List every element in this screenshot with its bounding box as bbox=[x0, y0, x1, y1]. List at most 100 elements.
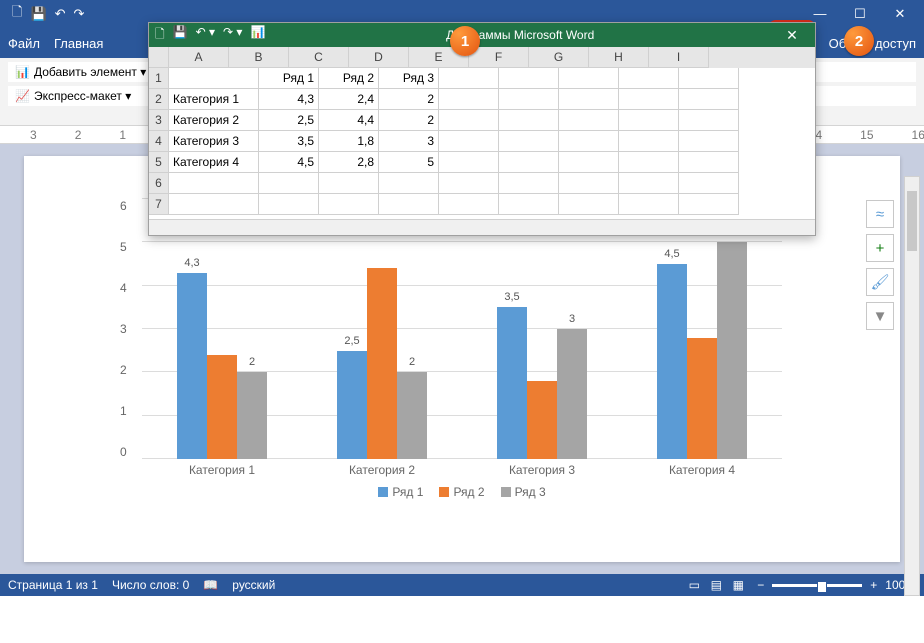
excel-row[interactable]: 2Категория 14,32,42 bbox=[149, 89, 815, 110]
bar[interactable] bbox=[687, 338, 717, 459]
excel-cell[interactable]: Категория 3 bbox=[169, 131, 259, 152]
excel-row[interactable]: 4Категория 33,51,83 bbox=[149, 131, 815, 152]
bar[interactable]: 2,5 bbox=[337, 351, 367, 459]
status-page[interactable]: Страница 1 из 1 bbox=[8, 578, 98, 592]
legend-item[interactable]: Ряд 1 bbox=[378, 485, 423, 499]
view-read-icon[interactable]: ▭ bbox=[683, 578, 705, 592]
excel-cell[interactable] bbox=[499, 194, 559, 215]
excel-cell[interactable] bbox=[619, 131, 679, 152]
bar[interactable]: 2 bbox=[397, 372, 427, 459]
excel-qat-2[interactable]: ↶ ▾ bbox=[196, 25, 215, 46]
zoom-in-button[interactable]: + bbox=[870, 578, 877, 592]
excel-cell[interactable] bbox=[259, 173, 319, 194]
excel-cell[interactable]: 3,5 bbox=[259, 131, 319, 152]
excel-qat-0[interactable]: 🗋 bbox=[155, 25, 165, 46]
vertical-scrollbar[interactable] bbox=[904, 176, 920, 596]
excel-col-head[interactable]: H bbox=[589, 47, 649, 68]
excel-cell[interactable] bbox=[559, 152, 619, 173]
excel-col-head[interactable]: G bbox=[529, 47, 589, 68]
legend-item[interactable]: Ряд 3 bbox=[501, 485, 546, 499]
excel-cell[interactable] bbox=[379, 173, 439, 194]
excel-cell[interactable] bbox=[559, 110, 619, 131]
status-spellcheck-icon[interactable]: 📖 bbox=[203, 578, 218, 592]
excel-row[interactable]: 5Категория 44,52,85 bbox=[149, 152, 815, 173]
bar-group[interactable]: 3,53 bbox=[482, 199, 602, 459]
excel-cell[interactable]: 4,5 bbox=[259, 152, 319, 173]
chart-add-button[interactable]: + bbox=[866, 234, 894, 262]
excel-cell[interactable] bbox=[439, 173, 499, 194]
excel-col-head[interactable]: I bbox=[649, 47, 709, 68]
excel-cell[interactable] bbox=[619, 173, 679, 194]
excel-column-headers[interactable]: ABCDEFGHI bbox=[149, 47, 815, 68]
excel-qat-3[interactable]: ↷ ▾ bbox=[223, 25, 242, 46]
excel-cell[interactable] bbox=[619, 194, 679, 215]
excel-row[interactable]: 3Категория 22,54,42 bbox=[149, 110, 815, 131]
bar-group[interactable]: 2,52 bbox=[322, 199, 442, 459]
zoom-out-button[interactable]: − bbox=[757, 578, 764, 592]
status-wordcount[interactable]: Число слов: 0 bbox=[112, 578, 189, 592]
excel-cell[interactable] bbox=[439, 131, 499, 152]
excel-col-head[interactable]: A bbox=[169, 47, 229, 68]
excel-cell[interactable] bbox=[169, 68, 259, 89]
minimize-icon[interactable]: — bbox=[800, 6, 840, 22]
excel-hscrollbar[interactable] bbox=[149, 219, 815, 235]
excel-cell[interactable]: Ряд 2 bbox=[319, 68, 379, 89]
excel-cell[interactable] bbox=[559, 173, 619, 194]
legend[interactable]: Ряд 1Ряд 2Ряд 3 bbox=[112, 485, 812, 499]
bar[interactable] bbox=[367, 268, 397, 459]
bar[interactable]: 3,5 bbox=[497, 307, 527, 459]
excel-cell[interactable] bbox=[439, 89, 499, 110]
bar[interactable]: 3 bbox=[557, 329, 587, 459]
excel-cell[interactable] bbox=[679, 152, 739, 173]
excel-cell[interactable] bbox=[499, 68, 559, 89]
excel-grid[interactable]: ABCDEFGHI 1Ряд 1Ряд 2Ряд 32Категория 14,… bbox=[149, 47, 815, 215]
chart-filter-button[interactable]: ▼ bbox=[866, 302, 894, 330]
excel-cell[interactable] bbox=[439, 152, 499, 173]
excel-col-head[interactable]: F bbox=[469, 47, 529, 68]
excel-cell[interactable]: Ряд 3 bbox=[379, 68, 439, 89]
excel-cell[interactable] bbox=[619, 89, 679, 110]
excel-cell[interactable] bbox=[679, 68, 739, 89]
excel-qat-1[interactable]: 💾 bbox=[173, 25, 188, 46]
bar[interactable]: 5 bbox=[717, 242, 747, 459]
excel-cell[interactable]: Категория 2 bbox=[169, 110, 259, 131]
excel-cell[interactable]: 4,4 bbox=[319, 110, 379, 131]
excel-col-head[interactable]: C bbox=[289, 47, 349, 68]
bar-group[interactable]: 4,32 bbox=[162, 199, 282, 459]
excel-cell[interactable] bbox=[499, 152, 559, 173]
excel-col-head[interactable]: D bbox=[349, 47, 409, 68]
menu-home[interactable]: Главная bbox=[54, 36, 103, 51]
excel-cell[interactable] bbox=[499, 110, 559, 131]
excel-cell[interactable] bbox=[559, 68, 619, 89]
zoom-slider[interactable] bbox=[772, 584, 862, 587]
excel-cell[interactable] bbox=[259, 194, 319, 215]
excel-cell[interactable] bbox=[169, 173, 259, 194]
new-icon[interactable]: 🗋 bbox=[12, 3, 22, 25]
excel-col-head[interactable] bbox=[149, 47, 169, 68]
excel-cell[interactable] bbox=[619, 68, 679, 89]
excel-row[interactable]: 6 bbox=[149, 173, 815, 194]
excel-cell[interactable] bbox=[319, 194, 379, 215]
excel-cell[interactable]: 5 bbox=[379, 152, 439, 173]
excel-cell[interactable]: 1,8 bbox=[319, 131, 379, 152]
bar[interactable]: 4,3 bbox=[177, 273, 207, 459]
excel-cell[interactable]: 3 bbox=[379, 131, 439, 152]
excel-cell[interactable]: Категория 1 bbox=[169, 89, 259, 110]
excel-cell[interactable]: 2,8 bbox=[319, 152, 379, 173]
excel-row[interactable]: 1Ряд 1Ряд 2Ряд 3 bbox=[149, 68, 815, 89]
excel-col-head[interactable]: B bbox=[229, 47, 289, 68]
excel-cell[interactable] bbox=[499, 173, 559, 194]
excel-cell[interactable] bbox=[679, 110, 739, 131]
menu-file[interactable]: Файл bbox=[8, 36, 40, 51]
excel-cell[interactable] bbox=[439, 68, 499, 89]
excel-cell[interactable] bbox=[619, 110, 679, 131]
excel-cell[interactable] bbox=[619, 152, 679, 173]
excel-cell[interactable]: 2 bbox=[379, 89, 439, 110]
excel-cell[interactable] bbox=[319, 173, 379, 194]
bar[interactable]: 4,5 bbox=[657, 264, 687, 459]
excel-cell[interactable] bbox=[439, 110, 499, 131]
bar[interactable] bbox=[207, 355, 237, 459]
view-web-icon[interactable]: ▦ bbox=[727, 578, 749, 592]
excel-cell[interactable] bbox=[379, 194, 439, 215]
excel-cell[interactable]: 4,3 bbox=[259, 89, 319, 110]
